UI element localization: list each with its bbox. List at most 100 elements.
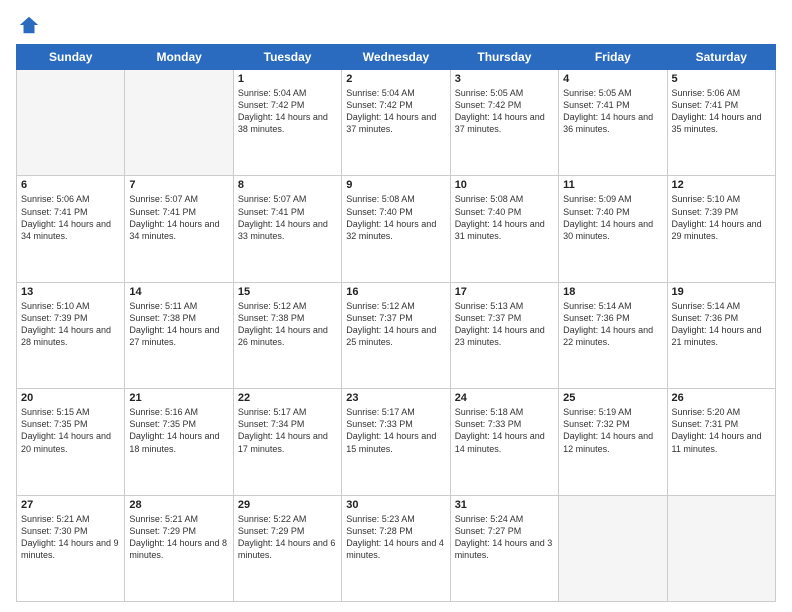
day-number: 5 [672,73,771,85]
cell-data: Sunrise: 5:08 AM Sunset: 7:40 PM Dayligh… [346,193,445,242]
cell-data: Sunrise: 5:17 AM Sunset: 7:33 PM Dayligh… [346,406,445,455]
cell-data: Sunrise: 5:24 AM Sunset: 7:27 PM Dayligh… [455,513,554,562]
calendar-cell: 10 Sunrise: 5:08 AM Sunset: 7:40 PM Dayli… [450,176,558,282]
cell-data: Sunrise: 5:05 AM Sunset: 7:42 PM Dayligh… [455,87,554,136]
day-number: 1 [238,73,337,85]
calendar-cell: 29 Sunrise: 5:22 AM Sunset: 7:29 PM Dayli… [233,495,341,601]
cell-data: Sunrise: 5:06 AM Sunset: 7:41 PM Dayligh… [21,193,120,242]
day-number: 7 [129,179,228,191]
day-number: 3 [455,73,554,85]
weekday-header-wednesday: Wednesday [342,45,450,70]
day-number: 16 [346,286,445,298]
calendar-cell: 4 Sunrise: 5:05 AM Sunset: 7:41 PM Daylig… [559,70,667,176]
cell-data: Sunrise: 5:22 AM Sunset: 7:29 PM Dayligh… [238,513,337,562]
calendar-cell: 18 Sunrise: 5:14 AM Sunset: 7:36 PM Dayli… [559,282,667,388]
cell-data: Sunrise: 5:07 AM Sunset: 7:41 PM Dayligh… [238,193,337,242]
cell-data: Sunrise: 5:05 AM Sunset: 7:41 PM Dayligh… [563,87,662,136]
day-number: 20 [21,392,120,404]
day-number: 12 [672,179,771,191]
day-number: 23 [346,392,445,404]
cell-data: Sunrise: 5:18 AM Sunset: 7:33 PM Dayligh… [455,406,554,455]
calendar-cell: 13 Sunrise: 5:10 AM Sunset: 7:39 PM Dayli… [17,282,125,388]
day-number: 6 [21,179,120,191]
day-number: 30 [346,499,445,511]
day-number: 22 [238,392,337,404]
day-number: 11 [563,179,662,191]
calendar-cell: 16 Sunrise: 5:12 AM Sunset: 7:37 PM Dayli… [342,282,450,388]
day-number: 8 [238,179,337,191]
day-number: 13 [21,286,120,298]
day-number: 4 [563,73,662,85]
weekday-header-tuesday: Tuesday [233,45,341,70]
day-number: 25 [563,392,662,404]
cell-data: Sunrise: 5:14 AM Sunset: 7:36 PM Dayligh… [563,300,662,349]
day-number: 28 [129,499,228,511]
cell-data: Sunrise: 5:09 AM Sunset: 7:40 PM Dayligh… [563,193,662,242]
calendar-cell: 26Sunrise: 5:20 AM Sunset: 7:31 PM Dayli… [667,389,775,495]
cell-data: Sunrise: 5:19 AM Sunset: 7:32 PM Dayligh… [563,406,662,455]
cell-data: Sunrise: 5:06 AM Sunset: 7:41 PM Dayligh… [672,87,771,136]
calendar-cell: 30 Sunrise: 5:23 AM Sunset: 7:28 PM Dayli… [342,495,450,601]
cell-data: Sunrise: 5:23 AM Sunset: 7:28 PM Dayligh… [346,513,445,562]
calendar-cell: 3 Sunrise: 5:05 AM Sunset: 7:42 PM Daylig… [450,70,558,176]
calendar-cell: 31 Sunrise: 5:24 AM Sunset: 7:27 PM Dayli… [450,495,558,601]
calendar-cell: 7 Sunrise: 5:07 AM Sunset: 7:41 PM Daylig… [125,176,233,282]
logo [16,14,40,36]
weekday-header-friday: Friday [559,45,667,70]
day-number: 19 [672,286,771,298]
cell-data: Sunrise: 5:16 AM Sunset: 7:35 PM Dayligh… [129,406,228,455]
cell-data: Sunrise: 5:12 AM Sunset: 7:37 PM Dayligh… [346,300,445,349]
cell-data: Sunrise: 5:21 AM Sunset: 7:30 PM Dayligh… [21,513,120,562]
calendar-cell [17,70,125,176]
calendar-cell: 23 Sunrise: 5:17 AM Sunset: 7:33 PM Dayli… [342,389,450,495]
day-number: 21 [129,392,228,404]
logo-icon [18,14,40,36]
cell-data: Sunrise: 5:11 AM Sunset: 7:38 PM Dayligh… [129,300,228,349]
calendar-cell: 2 Sunrise: 5:04 AM Sunset: 7:42 PM Daylig… [342,70,450,176]
calendar-cell: 24Sunrise: 5:18 AM Sunset: 7:33 PM Dayli… [450,389,558,495]
calendar-cell: 17Sunrise: 5:13 AM Sunset: 7:37 PM Dayli… [450,282,558,388]
calendar-cell: 25 Sunrise: 5:19 AM Sunset: 7:32 PM Dayli… [559,389,667,495]
calendar: SundayMondayTuesdayWednesdayThursdayFrid… [16,44,776,602]
day-number: 15 [238,286,337,298]
day-number: 18 [563,286,662,298]
calendar-cell: 15 Sunrise: 5:12 AM Sunset: 7:38 PM Dayli… [233,282,341,388]
cell-data: Sunrise: 5:12 AM Sunset: 7:38 PM Dayligh… [238,300,337,349]
calendar-cell: 9 Sunrise: 5:08 AM Sunset: 7:40 PM Daylig… [342,176,450,282]
cell-data: Sunrise: 5:14 AM Sunset: 7:36 PM Dayligh… [672,300,771,349]
weekday-header-monday: Monday [125,45,233,70]
calendar-cell: 28 Sunrise: 5:21 AM Sunset: 7:29 PM Dayli… [125,495,233,601]
day-number: 10 [455,179,554,191]
calendar-cell: 11 Sunrise: 5:09 AM Sunset: 7:40 PM Dayli… [559,176,667,282]
cell-data: Sunrise: 5:04 AM Sunset: 7:42 PM Dayligh… [238,87,337,136]
cell-data: Sunrise: 5:21 AM Sunset: 7:29 PM Dayligh… [129,513,228,562]
calendar-cell: 12Sunrise: 5:10 AM Sunset: 7:39 PM Dayli… [667,176,775,282]
calendar-cell: 21 Sunrise: 5:16 AM Sunset: 7:35 PM Dayli… [125,389,233,495]
calendar-cell [559,495,667,601]
weekday-header-thursday: Thursday [450,45,558,70]
calendar-cell: 14 Sunrise: 5:11 AM Sunset: 7:38 PM Dayli… [125,282,233,388]
calendar-cell: 20Sunrise: 5:15 AM Sunset: 7:35 PM Dayli… [17,389,125,495]
cell-data: Sunrise: 5:10 AM Sunset: 7:39 PM Dayligh… [21,300,120,349]
day-number: 29 [238,499,337,511]
day-number: 27 [21,499,120,511]
weekday-header-sunday: Sunday [17,45,125,70]
calendar-cell: 8 Sunrise: 5:07 AM Sunset: 7:41 PM Daylig… [233,176,341,282]
day-number: 2 [346,73,445,85]
cell-data: Sunrise: 5:17 AM Sunset: 7:34 PM Dayligh… [238,406,337,455]
cell-data: Sunrise: 5:13 AM Sunset: 7:37 PM Dayligh… [455,300,554,349]
calendar-cell: 19 Sunrise: 5:14 AM Sunset: 7:36 PM Dayli… [667,282,775,388]
cell-data: Sunrise: 5:08 AM Sunset: 7:40 PM Dayligh… [455,193,554,242]
calendar-cell [667,495,775,601]
day-number: 26 [672,392,771,404]
calendar-cell: 22 Sunrise: 5:17 AM Sunset: 7:34 PM Dayli… [233,389,341,495]
day-number: 14 [129,286,228,298]
day-number: 31 [455,499,554,511]
cell-data: Sunrise: 5:07 AM Sunset: 7:41 PM Dayligh… [129,193,228,242]
calendar-cell: 1 Sunrise: 5:04 AM Sunset: 7:42 PM Daylig… [233,70,341,176]
header [16,14,776,36]
calendar-cell: 27 Sunrise: 5:21 AM Sunset: 7:30 PM Dayli… [17,495,125,601]
day-number: 9 [346,179,445,191]
calendar-cell [125,70,233,176]
cell-data: Sunrise: 5:04 AM Sunset: 7:42 PM Dayligh… [346,87,445,136]
